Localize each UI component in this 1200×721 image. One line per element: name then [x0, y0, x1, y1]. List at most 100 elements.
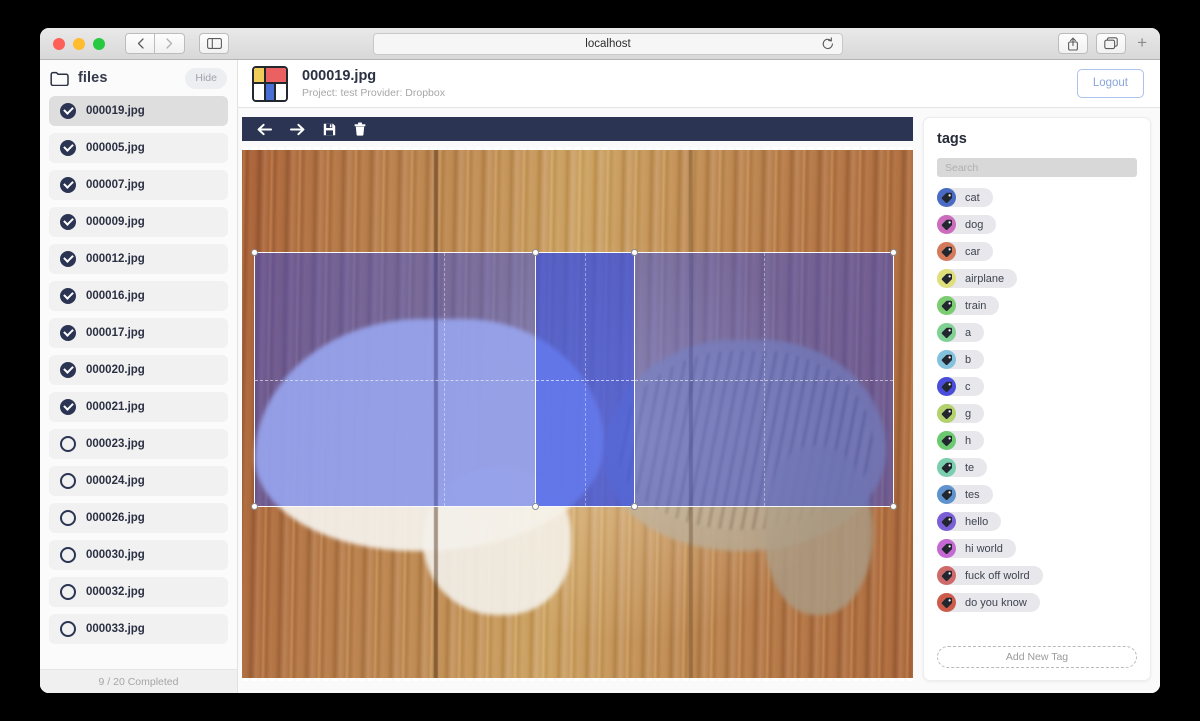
file-list-item[interactable]: 000021.jpg	[49, 392, 228, 422]
box-resize-handle-tl[interactable]	[251, 249, 258, 256]
file-list-item[interactable]: 000023.jpg	[49, 429, 228, 459]
tag-row-wrapper: hi world	[937, 539, 1137, 558]
tag-row-wrapper: train	[937, 296, 1137, 315]
tag-item[interactable]: do you know	[937, 593, 1040, 612]
tag-row-wrapper: hello	[937, 512, 1137, 531]
file-list-item[interactable]: 000024.jpg	[49, 466, 228, 496]
file-list-item[interactable]: 000009.jpg	[49, 207, 228, 237]
tag-item[interactable]: cat	[937, 188, 993, 207]
tag-item[interactable]: car	[937, 242, 993, 261]
tag-item[interactable]: airplane	[937, 269, 1017, 288]
check-pending-icon[interactable]	[60, 621, 76, 637]
tag-item[interactable]: h	[937, 431, 984, 450]
tag-icon	[941, 246, 953, 258]
check-done-icon[interactable]	[60, 177, 76, 193]
bounding-box[interactable]	[634, 252, 894, 508]
tag-color-icon	[937, 215, 956, 234]
browser-nav-group	[125, 33, 185, 54]
file-list-item[interactable]: 000007.jpg	[49, 170, 228, 200]
tag-item[interactable]: dog	[937, 215, 996, 234]
show-tabs-button[interactable]	[1096, 33, 1126, 54]
previous-image-button[interactable]	[257, 123, 272, 136]
check-done-icon[interactable]	[60, 214, 76, 230]
file-list[interactable]: 000019.jpg 000005.jpg 000007.jpg 000009.jpg…	[40, 96, 237, 669]
tag-icon	[941, 354, 953, 366]
file-list-item[interactable]: 000019.jpg	[49, 96, 228, 126]
folder-icon	[50, 71, 69, 86]
check-done-icon[interactable]	[60, 140, 76, 156]
tag-item[interactable]: te	[937, 458, 987, 477]
chevron-left-icon	[137, 38, 144, 49]
box-resize-handle-tr[interactable]	[890, 249, 897, 256]
check-pending-icon[interactable]	[60, 473, 76, 489]
add-new-tag-button[interactable]: Add New Tag	[937, 646, 1137, 668]
check-done-icon[interactable]	[60, 288, 76, 304]
sidebar-toggle-button[interactable]	[199, 33, 229, 54]
box-resize-handle-bl[interactable]	[532, 503, 539, 510]
new-tab-button[interactable]: +	[1134, 34, 1150, 53]
tag-label: cat	[965, 192, 980, 204]
check-done-icon[interactable]	[60, 103, 76, 119]
tag-search-input[interactable]: Search	[937, 158, 1137, 177]
file-list-item[interactable]: 000026.jpg	[49, 503, 228, 533]
delete-button[interactable]	[354, 122, 366, 136]
tag-color-icon	[937, 350, 956, 369]
address-bar[interactable]: localhost	[373, 33, 843, 55]
tag-color-icon	[937, 296, 956, 315]
file-name-label: 000033.jpg	[86, 623, 145, 635]
check-done-icon[interactable]	[60, 325, 76, 341]
tag-item[interactable]: b	[937, 350, 984, 369]
file-list-item[interactable]: 000012.jpg	[49, 244, 228, 274]
check-done-icon[interactable]	[60, 399, 76, 415]
logo-cell-white2	[276, 84, 286, 100]
file-list-item[interactable]: 000032.jpg	[49, 577, 228, 607]
check-done-icon[interactable]	[60, 362, 76, 378]
tag-item[interactable]: g	[937, 404, 984, 423]
tag-item[interactable]: c	[937, 377, 984, 396]
tag-item[interactable]: fuck off wolrd	[937, 566, 1043, 585]
close-window-button[interactable]	[53, 38, 65, 50]
check-pending-icon[interactable]	[60, 436, 76, 452]
bounding-box[interactable]	[535, 252, 635, 508]
logo-cell-white	[254, 84, 266, 100]
check-done-icon[interactable]	[60, 251, 76, 267]
check-pending-icon[interactable]	[60, 510, 76, 526]
tag-item[interactable]: a	[937, 323, 984, 342]
tag-item[interactable]: hi world	[937, 539, 1016, 558]
maximize-window-button[interactable]	[93, 38, 105, 50]
save-button[interactable]	[323, 123, 336, 136]
box-resize-handle-br[interactable]	[890, 503, 897, 510]
tag-item[interactable]: hello	[937, 512, 1001, 531]
tag-item[interactable]: tes	[937, 485, 993, 504]
reload-button[interactable]	[821, 37, 835, 51]
minimize-window-button[interactable]	[73, 38, 85, 50]
tag-icon	[941, 327, 953, 339]
file-list-item[interactable]: 000030.jpg	[49, 540, 228, 570]
next-image-button[interactable]	[290, 123, 305, 136]
tag-color-icon	[937, 404, 956, 423]
back-button[interactable]	[125, 33, 155, 54]
check-pending-icon[interactable]	[60, 584, 76, 600]
file-list-item[interactable]: 000005.jpg	[49, 133, 228, 163]
share-button[interactable]	[1058, 33, 1088, 54]
file-list-item[interactable]: 000017.jpg	[49, 318, 228, 348]
completion-status: 9 / 20 Completed	[40, 669, 237, 693]
tag-label: b	[965, 354, 971, 366]
tag-item[interactable]: train	[937, 296, 999, 315]
file-list-item[interactable]: 000020.jpg	[49, 355, 228, 385]
box-resize-handle-tl[interactable]	[532, 249, 539, 256]
annotation-canvas[interactable]	[242, 147, 913, 681]
page-title: 000019.jpg	[302, 68, 445, 84]
box-resize-handle-tl[interactable]	[631, 249, 638, 256]
arrow-right-icon	[290, 123, 305, 136]
logout-button[interactable]: Logout	[1077, 69, 1144, 98]
hide-sidebar-button[interactable]: Hide	[185, 68, 227, 89]
forward-button[interactable]	[155, 33, 185, 54]
check-pending-icon[interactable]	[60, 547, 76, 563]
tag-row-wrapper: g	[937, 404, 1137, 423]
tag-list[interactable]: cat dog car airplane train abcgh te tes hello hi …	[937, 188, 1137, 643]
tag-label: tes	[965, 489, 980, 501]
tag-row-wrapper: a	[937, 323, 1137, 342]
file-list-item[interactable]: 000033.jpg	[49, 614, 228, 644]
file-list-item[interactable]: 000016.jpg	[49, 281, 228, 311]
